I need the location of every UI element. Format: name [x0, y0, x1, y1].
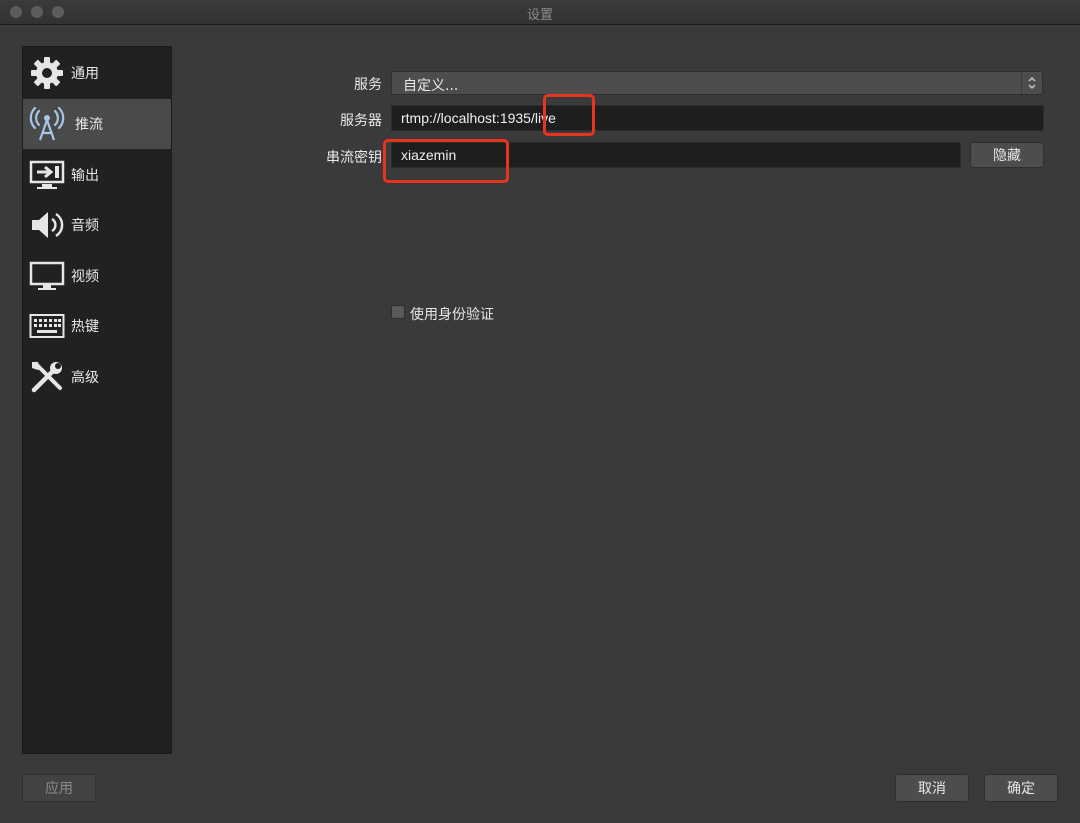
- chevron-updown-icon: [1021, 72, 1042, 94]
- server-input[interactable]: rtmp://localhost:1935/live: [391, 105, 1044, 131]
- stream-key-input[interactable]: xiazemin: [391, 142, 961, 168]
- monitor-icon: [29, 258, 65, 294]
- stream-key-input-value: xiazemin: [401, 147, 457, 163]
- sidebar-item-video[interactable]: 视频: [23, 251, 171, 301]
- sidebar-item-hotkeys[interactable]: 热键: [23, 301, 171, 351]
- title-bar: 设置: [0, 0, 1080, 25]
- sidebar-item-label: 音频: [71, 218, 99, 234]
- sidebar-item-label: 高级: [71, 370, 99, 386]
- sidebar-item-label: 视频: [71, 269, 99, 285]
- service-select[interactable]: 自定义...: [391, 71, 1043, 95]
- use-auth-label[interactable]: 使用身份验证: [410, 304, 494, 324]
- gear-icon: [29, 55, 65, 91]
- sidebar-item-label: 推流: [75, 117, 103, 133]
- server-input-value: rtmp://localhost:1935/live: [401, 110, 556, 126]
- ok-button[interactable]: 确定: [984, 774, 1058, 802]
- sidebar-item-advanced[interactable]: 高级: [23, 352, 171, 402]
- sidebar-item-stream[interactable]: 推流: [23, 99, 171, 149]
- window-title: 设置: [526, 8, 553, 23]
- stream-key-label: 串流密钥: [326, 150, 382, 166]
- service-select-value: 自定义...: [403, 78, 459, 94]
- sidebar-item-audio[interactable]: 音频: [23, 200, 171, 250]
- keyboard-icon: [29, 308, 65, 344]
- sidebar-item-general[interactable]: 通用: [23, 48, 171, 98]
- sidebar-item-output[interactable]: 输出: [23, 150, 171, 200]
- use-auth-checkbox[interactable]: [391, 305, 405, 319]
- apply-button[interactable]: 应用: [22, 774, 96, 802]
- speaker-icon: [29, 207, 65, 243]
- output-icon: [29, 157, 65, 193]
- cancel-button[interactable]: 取消: [895, 774, 969, 802]
- service-label: 服务: [354, 77, 382, 93]
- sidebar-item-label: 通用: [71, 66, 99, 82]
- hide-key-button[interactable]: 隐藏: [970, 142, 1044, 168]
- settings-sidebar: 通用 推流 输出 音频 视频 热键 高级: [22, 46, 172, 754]
- sidebar-item-label: 输出: [71, 168, 99, 184]
- antenna-icon: [29, 106, 65, 142]
- server-label: 服务器: [340, 113, 382, 129]
- tools-icon: [29, 359, 65, 395]
- sidebar-item-label: 热键: [71, 319, 99, 335]
